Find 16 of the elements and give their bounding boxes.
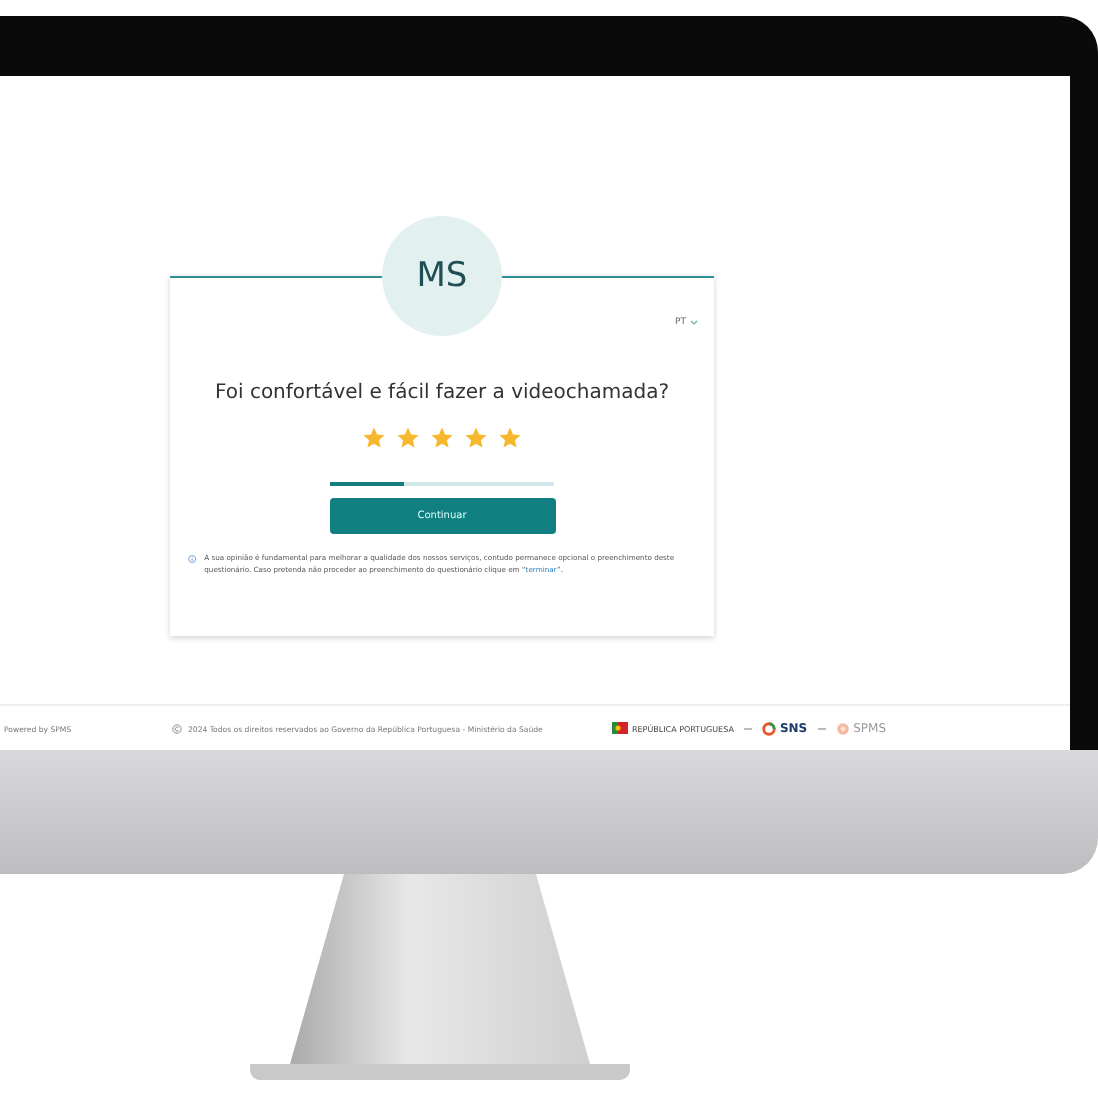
star-rating[interactable] bbox=[362, 426, 522, 450]
info-icon bbox=[188, 551, 197, 565]
flower-logo-icon bbox=[835, 721, 850, 735]
copyright-icon bbox=[172, 723, 182, 733]
star-icon[interactable] bbox=[498, 426, 522, 450]
star-icon[interactable] bbox=[396, 426, 420, 450]
ring-logo-icon bbox=[761, 721, 776, 735]
star-icon[interactable] bbox=[430, 426, 454, 450]
dash-icon bbox=[743, 727, 752, 729]
dash-icon bbox=[817, 727, 826, 729]
avatar: MS bbox=[382, 216, 502, 336]
chevron-down-icon bbox=[690, 320, 698, 326]
flag-logo-icon bbox=[612, 722, 628, 734]
survey-question: Foi confortável e fácil fazer a videochamada? bbox=[214, 382, 670, 404]
star-icon[interactable] bbox=[464, 426, 488, 450]
star-icon[interactable] bbox=[362, 426, 386, 450]
